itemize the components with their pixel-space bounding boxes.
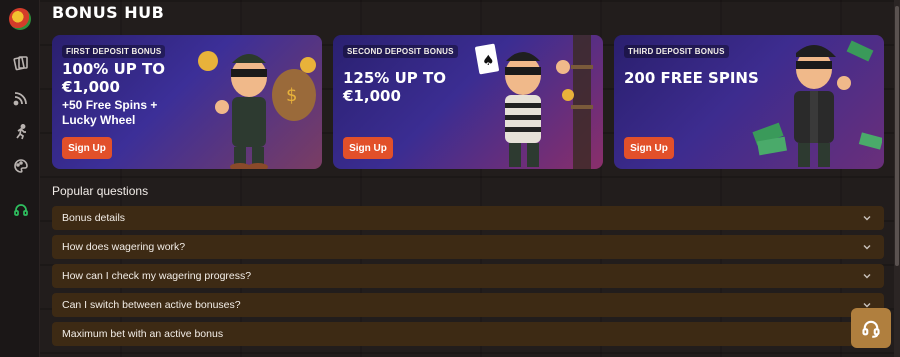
bonus-card-third[interactable]: THIRD DEPOSIT BONUS 200 FREE SPINS Sign … [614, 35, 884, 169]
chevron-down-icon [863, 216, 871, 221]
palette-icon[interactable] [12, 157, 30, 175]
card-label: FIRST DEPOSIT BONUS [62, 45, 166, 58]
bonus-card-second[interactable]: SECOND DEPOSIT BONUS 125% UP TO €1,000 ♠… [333, 35, 603, 169]
live-support-button[interactable] [851, 308, 891, 348]
page-title: BONUS HUB [52, 3, 165, 22]
robber-with-card-illustration: ♠ [475, 35, 593, 169]
sign-up-button[interactable]: Sign Up [624, 137, 674, 159]
live-icon[interactable] [12, 89, 30, 107]
faq-item[interactable]: Bonus details [52, 206, 884, 230]
faq-question: Bonus details [62, 212, 126, 224]
svg-text:♠: ♠ [482, 53, 495, 69]
faq-question: Can I switch between active bonuses? [62, 299, 241, 311]
scrollbar[interactable] [894, 0, 900, 357]
card-title: 200 FREE SPINS [624, 69, 759, 87]
faq-heading: Popular questions [52, 184, 149, 198]
faq-question: How can I check my wagering progress? [62, 270, 252, 282]
faq-question: How does wagering work? [62, 241, 186, 253]
sign-up-button[interactable]: Sign Up [62, 137, 112, 159]
robber-with-moneybag-illustration: $ [198, 51, 316, 169]
faq-item[interactable]: Maximum bet with an active bonus [52, 322, 884, 346]
faq-question: Maximum bet with an active bonus [62, 328, 224, 340]
headset-icon [862, 320, 880, 338]
bonus-cards: FIRST DEPOSIT BONUS 100% UP TO €1,000 +5… [52, 35, 884, 169]
card-label: THIRD DEPOSIT BONUS [624, 45, 729, 58]
card-title: 125% UP TO €1,000 [343, 69, 446, 105]
faq-item[interactable]: How does wagering work? [52, 235, 884, 259]
bonus-card-first[interactable]: FIRST DEPOSIT BONUS 100% UP TO €1,000 +5… [52, 35, 322, 169]
runner-icon[interactable] [12, 123, 30, 141]
faq-list: Bonus details How does wagering work? Ho… [52, 206, 884, 351]
card-label: SECOND DEPOSIT BONUS [343, 45, 458, 58]
cards-icon[interactable] [12, 54, 30, 72]
chevron-down-icon [863, 245, 871, 250]
svg-text:$: $ [286, 85, 297, 106]
app-logo-icon[interactable] [9, 8, 31, 30]
card-title: 100% UP TO €1,000 [62, 60, 165, 96]
faq-item[interactable]: Can I switch between active bonuses? [52, 293, 884, 317]
card-subtitle: +50 Free Spins + Lucky Wheel [62, 98, 158, 127]
sign-up-button[interactable]: Sign Up [343, 137, 393, 159]
support-icon[interactable] [12, 201, 30, 219]
faq-item[interactable]: How can I check my wagering progress? [52, 264, 884, 288]
scrollbar-thumb[interactable] [895, 6, 899, 266]
sidebar [0, 0, 40, 357]
chevron-down-icon [863, 274, 871, 279]
robber-with-cash-illustration [752, 40, 882, 167]
